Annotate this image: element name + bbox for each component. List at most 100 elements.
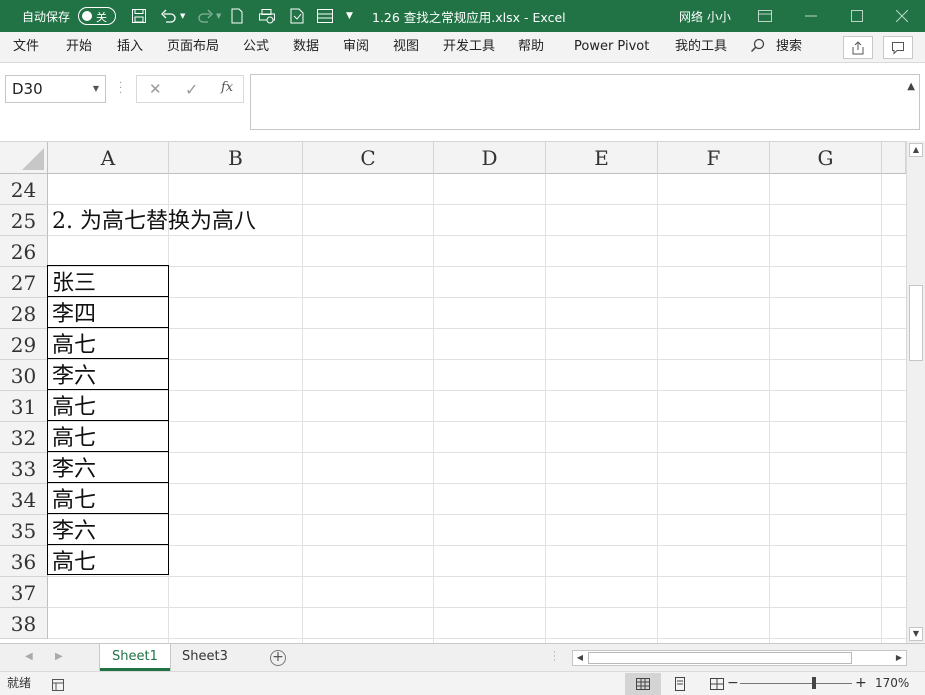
tab-my-tools[interactable]: 我的工具: [675, 32, 727, 62]
column-header-c[interactable]: C: [303, 142, 434, 174]
cell-a31[interactable]: 高七: [52, 391, 96, 422]
column-header-f[interactable]: F: [658, 142, 770, 174]
tab-home[interactable]: 开始: [66, 32, 92, 62]
worksheet-grid[interactable]: A B C D E F G 24 25 26 27 28 29 30 31 32…: [0, 141, 906, 643]
row-header-28[interactable]: 28: [0, 298, 48, 329]
select-all-button[interactable]: [0, 142, 48, 174]
row-header-35[interactable]: 35: [0, 515, 48, 546]
tab-help[interactable]: 帮助: [518, 32, 544, 62]
ribbon-display-icon[interactable]: [742, 0, 788, 32]
row-header-32[interactable]: 32: [0, 422, 48, 453]
tab-split-grip-icon[interactable]: · · ·: [553, 649, 556, 666]
zoom-in-icon[interactable]: +: [855, 672, 867, 695]
tab-developer[interactable]: 开发工具: [443, 32, 495, 62]
row-header-33[interactable]: 33: [0, 453, 48, 484]
column-header-partial[interactable]: [882, 142, 906, 174]
normal-view-icon[interactable]: [625, 673, 661, 695]
undo-icon[interactable]: [158, 0, 180, 32]
macro-record-icon[interactable]: [51, 677, 65, 691]
tab-file[interactable]: 文件: [13, 32, 39, 62]
cell-a35[interactable]: 李六: [52, 515, 96, 546]
horizontal-scrollbar[interactable]: ◀ ▶: [572, 650, 907, 666]
redo-dropdown-icon[interactable]: ▼: [216, 0, 221, 32]
row-header-38[interactable]: 38: [0, 608, 48, 639]
tab-power-pivot[interactable]: Power Pivot: [574, 32, 649, 62]
undo-dropdown-icon[interactable]: ▼: [180, 0, 185, 32]
cell-a28[interactable]: 李四: [52, 298, 96, 329]
vertical-scroll-thumb[interactable]: [909, 285, 923, 361]
name-box[interactable]: D30 ▼: [5, 75, 106, 103]
autosave-label: 自动保存: [22, 9, 71, 24]
status-bar: 就绪 − + 170%: [0, 671, 925, 695]
sheet-tab-sheet1[interactable]: Sheet1: [100, 644, 170, 671]
autosave-toggle[interactable]: 关: [78, 7, 116, 25]
maximize-icon[interactable]: [834, 0, 880, 32]
formula-input[interactable]: ▲: [250, 74, 920, 130]
scroll-right-icon[interactable]: ▶: [892, 651, 906, 665]
share-button[interactable]: [843, 36, 873, 59]
cell-a36[interactable]: 高七: [52, 546, 96, 577]
comment-button[interactable]: [883, 36, 913, 59]
tab-page-layout[interactable]: 页面布局: [167, 32, 219, 62]
user-name[interactable]: 网络 小小: [679, 0, 731, 32]
column-header-d[interactable]: D: [434, 142, 546, 174]
name-box-dropdown-icon[interactable]: ▼: [93, 76, 99, 102]
row-header-27[interactable]: 27: [0, 267, 48, 298]
row-header-25[interactable]: 25: [0, 205, 48, 236]
row-header-26[interactable]: 26: [0, 236, 48, 267]
row-header-31[interactable]: 31: [0, 391, 48, 422]
scroll-up-icon[interactable]: ▲: [909, 143, 923, 157]
tab-formulas[interactable]: 公式: [243, 32, 269, 62]
tab-data[interactable]: 数据: [293, 32, 319, 62]
page-layout-view-icon[interactable]: [662, 673, 698, 695]
cancel-icon[interactable]: ✕: [149, 80, 162, 98]
horizontal-scroll-thumb[interactable]: [588, 652, 852, 664]
column-header-e[interactable]: E: [546, 142, 658, 174]
sheet-tab-sheet3[interactable]: Sheet3: [170, 644, 240, 671]
redo-icon[interactable]: [194, 0, 216, 32]
row-header-30[interactable]: 30: [0, 360, 48, 391]
print-preview-icon[interactable]: [256, 0, 278, 32]
search-icon[interactable]: [750, 32, 765, 62]
cell-a27[interactable]: 张三: [52, 267, 96, 298]
column-header-b[interactable]: B: [169, 142, 303, 174]
vertical-scrollbar[interactable]: ▲ ▼: [906, 141, 925, 643]
cell-a25[interactable]: 2. 为高七替换为高八: [52, 205, 256, 236]
search-label[interactable]: 搜索: [776, 32, 802, 62]
row-header-36[interactable]: 36: [0, 546, 48, 577]
add-sheet-icon[interactable]: +: [270, 650, 286, 666]
cell-a30[interactable]: 李六: [52, 360, 96, 391]
row-header-24[interactable]: 24: [0, 174, 48, 205]
column-header-g[interactable]: G: [770, 142, 882, 174]
prev-sheet-icon[interactable]: ◀: [25, 651, 33, 662]
collapse-formula-bar-icon[interactable]: ▲: [907, 81, 915, 92]
row-header-29[interactable]: 29: [0, 329, 48, 360]
formula-bar-grip-icon[interactable]: · · ·: [119, 79, 123, 99]
cell-a33[interactable]: 李六: [52, 453, 96, 484]
save-icon[interactable]: [128, 0, 150, 32]
next-sheet-icon[interactable]: ▶: [55, 651, 63, 662]
minimize-icon[interactable]: [788, 0, 834, 32]
customize-icon[interactable]: [314, 0, 336, 32]
tab-insert[interactable]: 插入: [117, 32, 143, 62]
form-icon[interactable]: [286, 0, 308, 32]
row-header-34[interactable]: 34: [0, 484, 48, 515]
zoom-slider[interactable]: [740, 683, 852, 684]
cell-a29[interactable]: 高七: [52, 329, 96, 360]
scroll-left-icon[interactable]: ◀: [573, 651, 587, 665]
insert-function-icon[interactable]: fx: [221, 80, 233, 95]
cell-a34[interactable]: 高七: [52, 484, 96, 515]
scroll-down-icon[interactable]: ▼: [909, 627, 923, 641]
tab-view[interactable]: 视图: [393, 32, 419, 62]
zoom-level[interactable]: 170%: [875, 672, 909, 695]
row-header-37[interactable]: 37: [0, 577, 48, 608]
cell-a32[interactable]: 高七: [52, 422, 96, 453]
close-icon[interactable]: [879, 0, 925, 32]
zoom-slider-thumb[interactable]: [812, 677, 816, 689]
enter-icon[interactable]: ✓: [185, 80, 198, 99]
zoom-out-icon[interactable]: −: [727, 672, 739, 695]
qat-more-icon[interactable]: ▼: [346, 0, 353, 32]
tab-review[interactable]: 审阅: [343, 32, 369, 62]
new-file-icon[interactable]: [226, 0, 248, 32]
column-header-a[interactable]: A: [48, 142, 169, 174]
